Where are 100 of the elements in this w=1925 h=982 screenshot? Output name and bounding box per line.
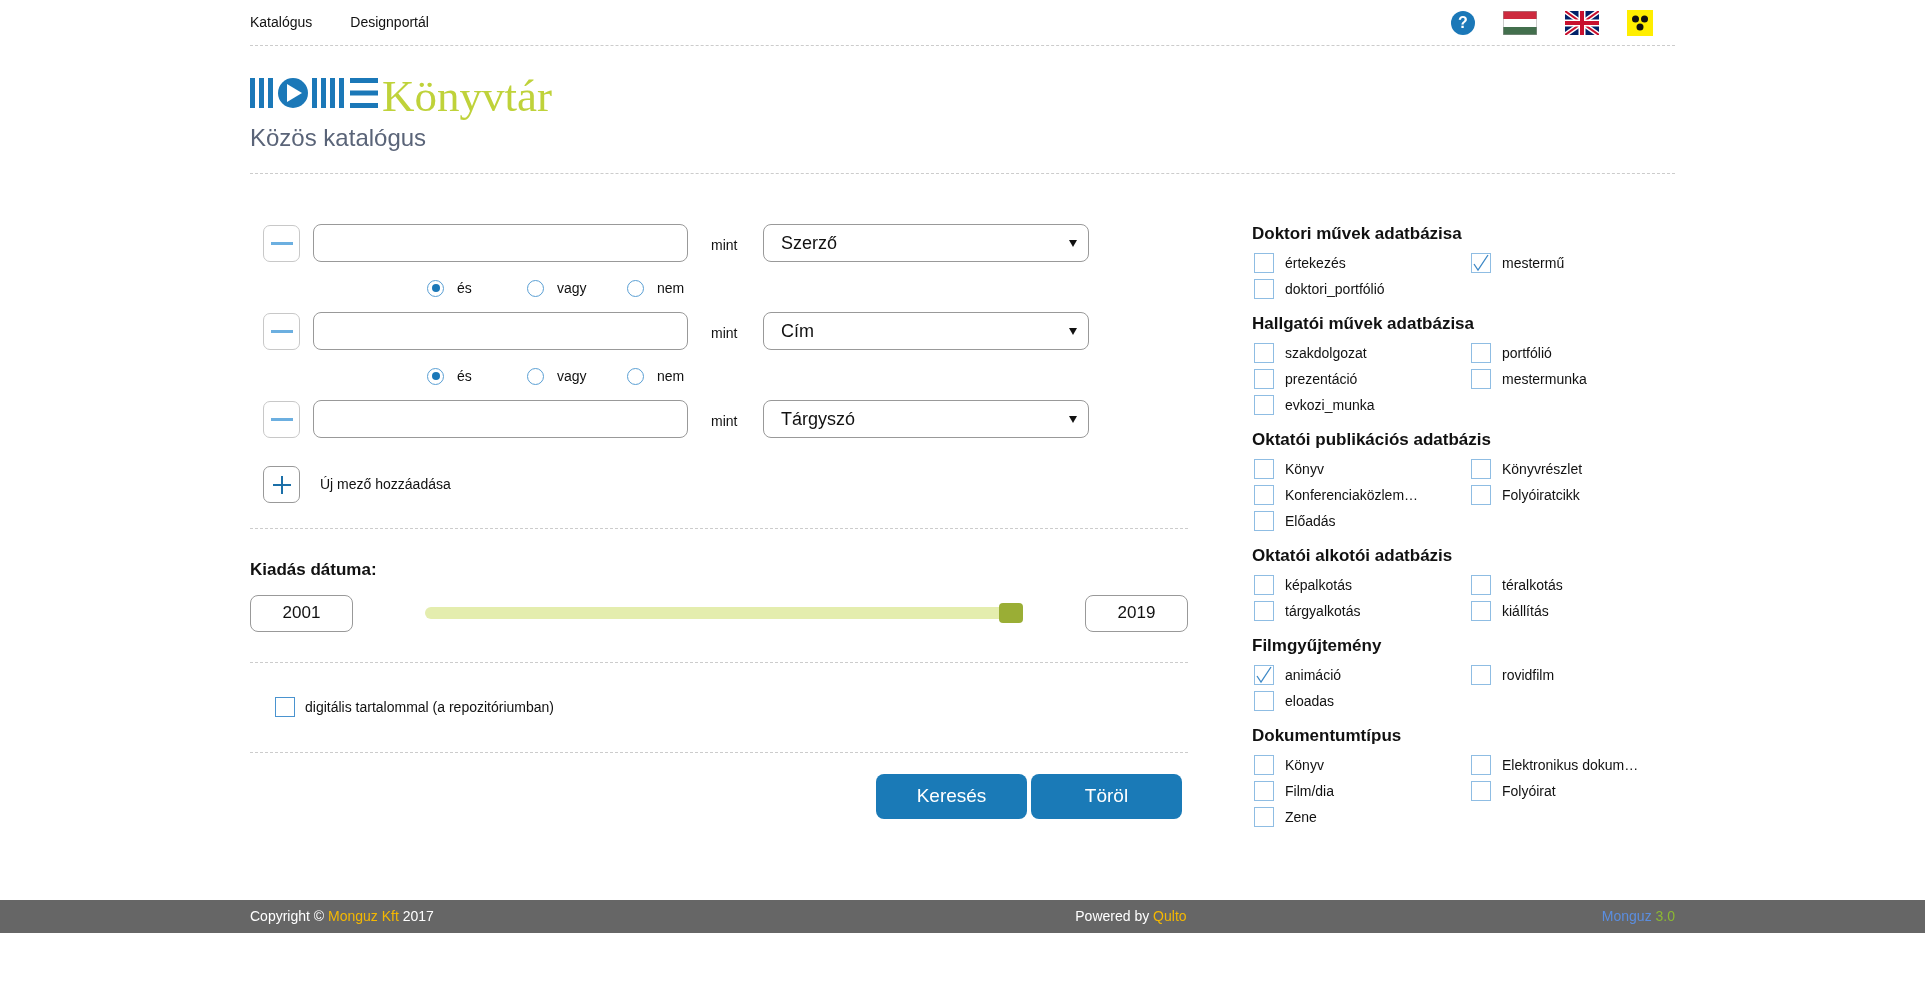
logo-mark-icon [250,78,380,108]
field-select-value: Szerző [781,231,838,255]
checkbox-label: prezentáció [1285,369,1358,389]
field-select[interactable]: Cím [763,312,1089,350]
nav-link[interactable]: Designportál [350,12,429,33]
radio-label: nem [657,366,685,386]
filter-group-title: Oktatói alkotói adatbázis [1252,545,1454,568]
checkbox-label: kiállítás [1502,601,1549,621]
radio-label: és [457,366,472,386]
minus-icon [270,329,293,333]
checkbox[interactable] [1254,485,1274,505]
checkbox[interactable] [1471,665,1491,685]
checkbox-label: értekezés [1285,253,1346,273]
checkbox-label: Elektronikus dokum… [1502,755,1639,775]
checkbox[interactable] [1254,343,1274,363]
version-text: Monguz 3.0 [1601,907,1675,926]
search-field[interactable] [313,224,688,262]
radio-label: és [457,278,472,298]
search-field[interactable] [313,312,688,350]
checkbox[interactable] [1254,395,1274,415]
checkbox[interactable] [1254,253,1274,273]
checkbox-label: téralkotás [1502,575,1563,595]
checkbox[interactable] [1254,369,1274,389]
minus-icon [270,241,293,245]
checkbox[interactable] [1254,755,1274,775]
add-field-button[interactable] [263,466,300,503]
checkbox[interactable] [1254,511,1274,531]
checkbox[interactable] [1254,665,1274,685]
checkbox[interactable] [1471,601,1491,621]
checkbox-label: tárgyalkotás [1285,601,1361,621]
checkbox[interactable] [1254,279,1274,299]
checkbox[interactable] [1254,807,1274,827]
nav-link[interactable]: Katalógus [250,12,313,33]
field-select-value: Cím [781,319,814,343]
checkbox[interactable] [1254,459,1274,479]
checkbox-label: Könyv [1285,755,1324,775]
minus-icon [270,417,293,421]
filter-group-title: Hallgatói művek adatbázisa [1252,313,1476,336]
checkbox-label: Zene [1285,807,1317,827]
radio-label: vagy [557,278,587,298]
checkbox[interactable] [1471,781,1491,801]
connector-label: mint [711,235,739,255]
page-subtitle: Közös katalógus [250,123,428,153]
checkbox[interactable] [1254,781,1274,801]
checkbox-label: Könyvrészlet [1502,459,1583,479]
checkbox[interactable] [1254,575,1274,595]
search-field[interactable] [313,400,688,438]
checkbox-label: mestermunka [1502,369,1587,389]
caret-icon [1069,415,1077,423]
filter-group-title: Dokumentumtípus [1252,725,1403,748]
copyright-text: Copyright © Monguz Kft 2017 [250,907,435,926]
checkbox[interactable] [1254,601,1274,621]
checkbox-label: Film/dia [1285,781,1334,801]
checkbox-label: képalkotás [1285,575,1352,595]
checkbox-label: eloadas [1285,691,1335,711]
checkbox[interactable] [1471,459,1491,479]
filter-group-title: Oktatói publikációs adatbázis [1252,429,1492,452]
help-icon[interactable]: ? [1451,10,1475,35]
field-select[interactable]: Szerző [763,224,1089,262]
checkbox-label: digitális tartalommal (a repozitóriumban) [305,697,554,717]
checkbox[interactable] [1471,485,1491,505]
checkbox[interactable] [1471,575,1491,595]
checkbox[interactable] [1471,369,1491,389]
checkbox-label: Folyóiratcikk [1502,485,1580,505]
checkbox[interactable] [1471,343,1491,363]
clear-button[interactable]: Töröl [1031,773,1182,819]
hungarian-flag-icon[interactable] [1503,10,1537,35]
powered-by-text: Powered by Qulto [1074,907,1188,926]
radio-label: nem [657,278,685,298]
checkbox-label: Könyv [1285,459,1324,479]
checkbox-label: doktori_portfólió [1285,279,1385,299]
checkbox-label: evkozi_munka [1285,395,1375,415]
logo-text: Könyvtár [382,70,552,122]
date-label: Kiadás dátuma: [250,559,378,581]
field-select[interactable]: Tárgyszó [763,400,1089,438]
remove-field-button[interactable] [263,312,300,350]
checkbox-label: Előadás [1285,511,1336,531]
radio-label: vagy [557,366,587,386]
british-flag-icon[interactable] [1565,10,1599,35]
range-slider[interactable] [425,603,1023,623]
plus-icon [272,475,291,494]
checkbox[interactable] [275,697,295,717]
search-button[interactable]: Keresés [876,773,1027,819]
connector-label: mint [711,323,739,343]
caret-icon [1069,239,1077,247]
field-select-value: Tárgyszó [781,407,856,431]
checkbox[interactable] [1254,691,1274,711]
checkbox-label: Folyóirat [1502,781,1556,801]
checkbox[interactable] [1471,755,1491,775]
date-from-field[interactable]: 2001 [250,594,353,632]
caret-icon [1069,327,1077,335]
filter-group-title: Filmgyűjtemény [1252,635,1383,658]
add-field-label: Új mező hozzáadása [320,475,451,494]
accessibility-icon[interactable] [1627,9,1653,36]
slider-handle[interactable] [999,603,1023,623]
checkbox[interactable] [1471,253,1491,273]
remove-field-button[interactable] [263,400,300,438]
remove-field-button[interactable] [263,224,300,262]
checkbox-label: mestermű [1502,253,1565,273]
date-to-field[interactable]: 2019 [1085,594,1188,632]
